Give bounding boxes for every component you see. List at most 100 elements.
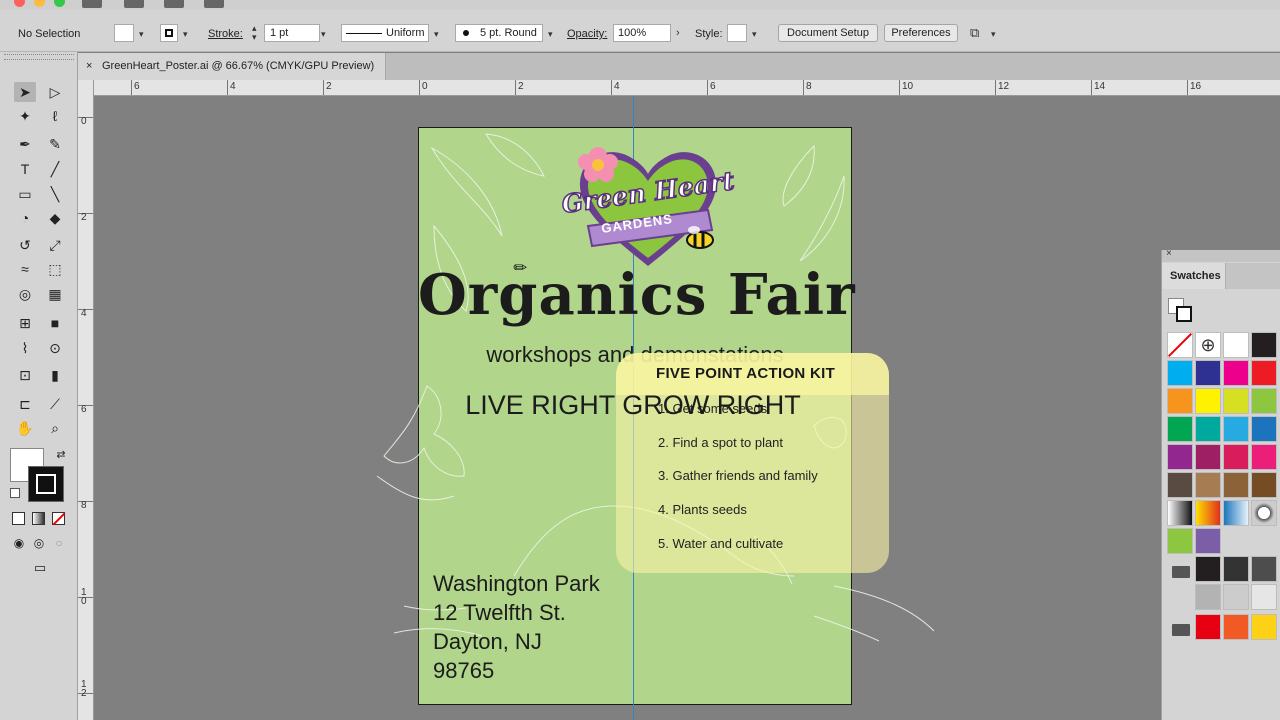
opacity-input[interactable]: 100%: [613, 24, 671, 42]
eraser-icon[interactable]: ◆: [44, 208, 66, 228]
graphic-style-swatch[interactable]: [727, 24, 747, 42]
swatch[interactable]: [1167, 416, 1193, 442]
swatch[interactable]: [1195, 528, 1221, 554]
swatch[interactable]: [1251, 416, 1277, 442]
swatch[interactable]: [1223, 360, 1249, 386]
eyedropper-icon[interactable]: ⌇: [14, 338, 36, 358]
mesh-tool-icon[interactable]: ⊞: [14, 313, 36, 333]
swatch[interactable]: [1167, 500, 1193, 526]
none-mode-icon[interactable]: [52, 512, 66, 526]
shape-builder-icon[interactable]: ◎: [14, 284, 36, 304]
stroke-indicator[interactable]: [28, 466, 64, 502]
stroke-label[interactable]: Stroke:: [208, 26, 243, 42]
perspective-grid-icon[interactable]: ▦: [44, 284, 66, 304]
swatch[interactable]: [1195, 360, 1221, 386]
swatch[interactable]: [1223, 614, 1249, 640]
line-tool-icon[interactable]: ╱: [44, 159, 66, 179]
paintbrush-icon[interactable]: ╲: [44, 184, 66, 204]
magic-wand-icon[interactable]: ✦: [14, 106, 36, 126]
folder-icon[interactable]: [1172, 566, 1190, 578]
pen-tool-icon[interactable]: ✒: [14, 134, 36, 154]
swatch[interactable]: [1195, 556, 1221, 582]
document-setup-button[interactable]: Document Setup: [778, 24, 878, 42]
swatch[interactable]: [1195, 416, 1221, 442]
curvature-tool-icon[interactable]: ✎: [44, 134, 66, 154]
registration-icon[interactable]: ⊕: [1195, 332, 1221, 358]
panel-grip[interactable]: [4, 54, 74, 60]
opacity-label[interactable]: Opacity:: [567, 26, 607, 42]
fill-color-swatch[interactable]: [114, 24, 134, 42]
slice-tool-icon[interactable]: ⟋: [44, 394, 66, 414]
preferences-button[interactable]: Preferences: [884, 24, 958, 42]
minimize-window-button[interactable]: [34, 0, 45, 7]
variable-width-profile[interactable]: Uniform: [341, 24, 429, 42]
draw-normal-icon[interactable]: ◉: [8, 533, 30, 553]
draw-inside-icon[interactable]: ○: [48, 533, 70, 553]
swatches-tab[interactable]: Swatches: [1162, 263, 1226, 289]
chevron-down-icon[interactable]: ▾: [991, 29, 996, 40]
close-window-button[interactable]: [14, 0, 25, 7]
swatch[interactable]: [1167, 472, 1193, 498]
arrange-icon[interactable]: ⧉: [970, 25, 979, 41]
swatch[interactable]: [1195, 472, 1221, 498]
swatch[interactable]: [1223, 556, 1249, 582]
swatch[interactable]: [1195, 500, 1221, 526]
swatch[interactable]: [1195, 614, 1221, 640]
swatch[interactable]: [1223, 416, 1249, 442]
chevron-down-icon[interactable]: ▾: [752, 29, 757, 40]
swatch[interactable]: [1195, 388, 1221, 414]
draw-behind-icon[interactable]: ◎: [28, 533, 50, 553]
swatch[interactable]: [1251, 614, 1277, 640]
chevron-right-icon[interactable]: ›: [676, 27, 680, 39]
bridge-icon[interactable]: [124, 0, 144, 8]
scale-tool-icon[interactable]: ⤢: [44, 235, 66, 255]
swatch[interactable]: [1251, 444, 1277, 470]
lasso-icon[interactable]: ℓ: [44, 106, 66, 126]
swatch[interactable]: [1195, 444, 1221, 470]
direct-selection-tool-icon[interactable]: ▷: [44, 82, 66, 102]
swatch[interactable]: [1251, 584, 1277, 610]
gradient-mode-icon[interactable]: [32, 512, 45, 525]
stock-icon[interactable]: [164, 0, 184, 8]
free-transform-icon[interactable]: ⬚: [44, 259, 66, 279]
swatch-none[interactable]: [1167, 332, 1193, 358]
swatches-panel-header[interactable]: ×: [1162, 248, 1280, 262]
chevron-down-icon[interactable]: ▾: [139, 29, 144, 40]
graph-tool-icon[interactable]: ▮: [44, 365, 66, 385]
swatch[interactable]: [1167, 528, 1193, 554]
brush-definition[interactable]: 5 pt. Round: [455, 24, 543, 42]
swatch[interactable]: [1223, 388, 1249, 414]
symbol-sprayer-icon[interactable]: ⊡: [14, 365, 36, 385]
zoom-window-button[interactable]: [54, 0, 65, 7]
width-tool-icon[interactable]: ≈: [14, 259, 36, 279]
swatch[interactable]: [1195, 584, 1221, 610]
chevron-down-icon[interactable]: ▾: [434, 29, 439, 40]
artboard-tool-icon[interactable]: ⊏: [14, 394, 36, 414]
gradient-tool-icon[interactable]: ■: [44, 313, 66, 333]
blend-tool-icon[interactable]: ⊙: [44, 338, 66, 358]
swatch[interactable]: [1167, 388, 1193, 414]
swap-fill-stroke-icon[interactable]: ⇄: [50, 445, 72, 465]
chevron-down-icon[interactable]: ▾: [321, 29, 326, 40]
horizontal-ruler[interactable]: 6 4 2 0 2 4 6 8 10 12 14 16: [94, 80, 1280, 96]
swatch[interactable]: [1223, 332, 1249, 358]
document-tab[interactable]: × GreenHeart_Poster.ai @ 66.67% (CMYK/GP…: [78, 53, 386, 80]
rectangle-tool-icon[interactable]: ▭: [14, 184, 36, 204]
swatch[interactable]: [1251, 556, 1277, 582]
chevron-down-icon[interactable]: ▾: [548, 29, 553, 40]
folder-icon[interactable]: [1172, 624, 1190, 636]
swatch[interactable]: [1223, 500, 1249, 526]
default-colors-icon[interactable]: [10, 488, 20, 498]
vertical-ruler[interactable]: 0 2 4 6 8 1 0 1 2: [78, 80, 94, 720]
canvas[interactable]: Green Heart GARDENS Organics Fair worksh…: [94, 96, 1280, 720]
hand-tool-icon[interactable]: ✋: [14, 418, 36, 438]
stroke-color-swatch[interactable]: [160, 24, 178, 42]
stroke-swatch-indicator[interactable]: [1176, 306, 1192, 322]
screen-mode-icon[interactable]: ▭: [29, 558, 51, 578]
swatch[interactable]: [1251, 360, 1277, 386]
swatch[interactable]: [1167, 360, 1193, 386]
swatch[interactable]: [1223, 444, 1249, 470]
swatch[interactable]: [1223, 472, 1249, 498]
close-panel-icon[interactable]: ×: [1166, 248, 1172, 259]
close-tab-icon[interactable]: ×: [86, 53, 92, 80]
